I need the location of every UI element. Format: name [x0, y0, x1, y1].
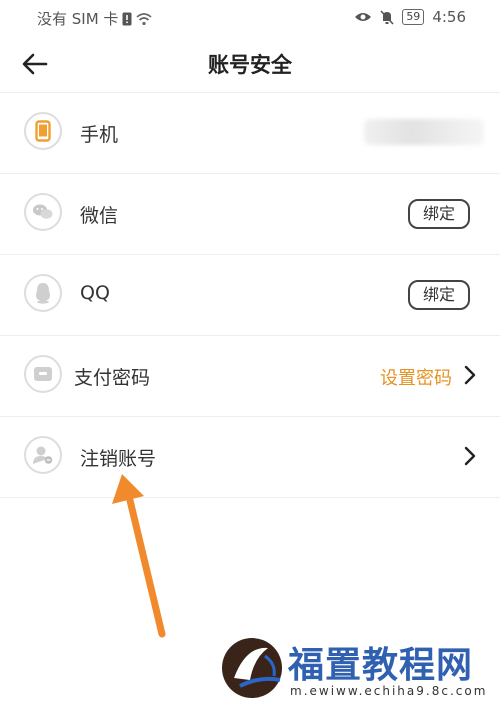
watermark-title: 福置教程网 — [288, 644, 474, 686]
user-cancel-icon — [24, 436, 62, 474]
phone-icon — [24, 112, 62, 150]
bind-wechat-button[interactable]: 绑定 — [408, 199, 470, 229]
chevron-right-icon — [464, 446, 476, 466]
clock: 4:56 — [432, 8, 466, 26]
mute-bell-icon — [380, 9, 394, 25]
status-bar: 没有 SIM 卡 59 4:56 — [0, 0, 500, 36]
row-label-cancel-account: 注销账号 — [80, 448, 157, 470]
masked-phone-number — [364, 119, 484, 145]
row-label-wechat: 微信 — [80, 205, 119, 227]
bind-qq-button[interactable]: 绑定 — [408, 280, 470, 310]
status-left: 没有 SIM 卡 — [37, 8, 152, 29]
page-title: 账号安全 — [208, 53, 292, 77]
row-cancel-account[interactable]: 注销账号 — [0, 417, 500, 498]
status-right: 59 4:56 — [354, 8, 466, 26]
wallet-icon — [24, 355, 62, 393]
row-payment-password[interactable]: 支付密码 设置密码 — [0, 336, 500, 417]
battery-icon: 59 — [402, 9, 425, 25]
watermark-url: m.ewiww.echiha9.8c.com — [290, 684, 488, 698]
eye-icon — [355, 13, 372, 21]
row-label-payment-password: 支付密码 — [74, 367, 151, 389]
row-phone[interactable]: 手机 — [0, 93, 500, 174]
carrier-text: 没有 SIM 卡 — [37, 10, 119, 28]
row-label-qq: QQ — [80, 282, 110, 304]
chevron-right-icon — [464, 365, 476, 385]
row-wechat[interactable]: 微信 绑定 — [0, 174, 500, 255]
header-bar: 账号安全 — [0, 36, 500, 93]
qq-icon — [24, 274, 62, 312]
set-password-link[interactable]: 设置密码 — [380, 364, 452, 390]
row-label-phone: 手机 — [80, 124, 119, 146]
wechat-icon — [24, 193, 62, 231]
row-qq[interactable]: QQ 绑定 — [0, 255, 500, 336]
annotation-arrow — [112, 474, 166, 638]
wifi-icon — [136, 12, 152, 25]
sim-alert-icon — [122, 12, 132, 25]
